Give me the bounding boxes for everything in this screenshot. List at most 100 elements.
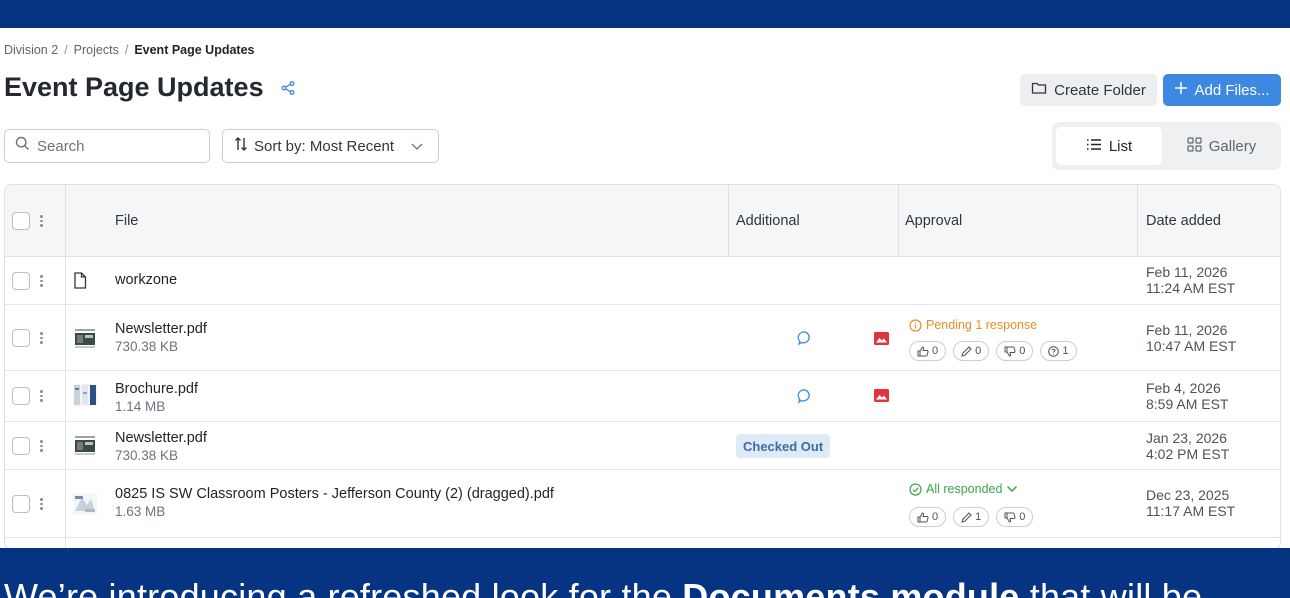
header-menu-icon[interactable]: [40, 215, 43, 227]
date-added: Feb 11, 2026 11:24 AM EST: [1146, 264, 1235, 296]
breadcrumb-separator: /: [124, 43, 129, 57]
file-name[interactable]: Brochure.pdf: [115, 381, 198, 397]
file-size: 730.38 KB: [115, 339, 179, 354]
approve-count: 0: [932, 511, 939, 523]
table-row[interactable]: Brochure.pdf 1.14 MB Feb 4, 2026 8:59 AM …: [5, 371, 1280, 422]
row-checkbox[interactable]: [12, 437, 30, 455]
file-size: 1.14 MB: [115, 399, 166, 414]
row-checkbox[interactable]: [12, 495, 30, 513]
add-files-button[interactable]: Add Files...: [1163, 74, 1281, 106]
file-thumbnail: [73, 493, 97, 520]
thumbs-down-icon: [1004, 512, 1016, 523]
sort-dropdown[interactable]: Sort by: Most Recent: [222, 129, 439, 163]
date-added-time: 4:02 PM EST: [1146, 446, 1230, 462]
thumbs-down-icon: [1004, 346, 1016, 357]
breadcrumb-item-projects[interactable]: Projects: [74, 43, 119, 57]
row-checkbox[interactable]: [12, 387, 30, 405]
sort-label: Sort by: Most Recent: [254, 137, 395, 155]
table-header: File Additional Approval Date added: [5, 185, 1280, 257]
pending-count-pill[interactable]: 1: [1040, 341, 1077, 361]
create-folder-label: Create Folder: [1054, 81, 1146, 99]
search-box[interactable]: [4, 129, 210, 163]
plus-icon: [1174, 81, 1188, 99]
banner-text-start: We’re introducing a refreshed look for t…: [4, 576, 683, 598]
reject-count-pill[interactable]: 0: [996, 341, 1034, 361]
column-header-date-added[interactable]: Date added: [1146, 185, 1221, 257]
table-row[interactable]: 0825 IS SW Classroom Posters - Jefferson…: [5, 470, 1280, 538]
row-select: [12, 495, 43, 513]
file-icon: [73, 272, 87, 294]
date-added-date: Feb 11, 2026: [1146, 264, 1228, 280]
gallery-icon: [1187, 136, 1202, 156]
gallery-view-label: Gallery: [1208, 137, 1257, 155]
row-menu-icon[interactable]: [40, 275, 43, 287]
breadcrumb: Division 2 / Projects / Event Page Updates: [4, 43, 255, 57]
column-divider: [1137, 185, 1138, 257]
files-table: File Additional Approval Date added work…: [4, 184, 1281, 550]
date-added-time: 11:17 AM EST: [1146, 503, 1236, 519]
table-row[interactable]: Newsletter.pdf 730.38 KB Pending 1 respo…: [5, 305, 1280, 371]
reject-count-pill[interactable]: 0: [996, 507, 1034, 527]
column-header-additional[interactable]: Additional: [736, 185, 800, 257]
column-header-approval[interactable]: Approval: [905, 185, 962, 257]
approve-count: 0: [932, 345, 939, 357]
select-all-checkbox[interactable]: [12, 212, 30, 230]
list-view-button[interactable]: List: [1056, 127, 1162, 165]
date-added: Feb 11, 2026 10:47 AM EST: [1146, 322, 1236, 354]
create-folder-button[interactable]: Create Folder: [1020, 74, 1157, 106]
chevron-down-icon: [1007, 485, 1018, 493]
file-size: 730.38 KB: [115, 448, 179, 463]
file-size: 1.63 MB: [115, 504, 166, 519]
edit-count-pill[interactable]: 0: [953, 341, 990, 361]
approval-status-text: Pending 1 response: [926, 318, 1038, 332]
banner-text: We’re introducing a refreshed look for t…: [4, 576, 1202, 598]
approval-counts: 0 1 0: [909, 507, 1034, 527]
image-icon[interactable]: [874, 389, 889, 407]
pending-count: 1: [1062, 345, 1069, 357]
approve-count-pill[interactable]: 0: [909, 507, 947, 527]
pencil-icon: [961, 345, 972, 357]
row-menu-icon[interactable]: [40, 498, 43, 510]
row-menu-icon[interactable]: [40, 390, 43, 402]
search-input[interactable]: [37, 137, 197, 155]
file-name[interactable]: Newsletter.pdf: [115, 321, 207, 337]
date-added-date: Feb 11, 2026: [1146, 322, 1228, 338]
date-added: Feb 4, 2026 8:59 AM EST: [1146, 380, 1228, 412]
image-icon[interactable]: [874, 332, 889, 350]
sort-icon: [234, 136, 248, 156]
date-added-date: Jan 23, 2026: [1146, 430, 1227, 446]
approve-count-pill[interactable]: 0: [909, 341, 947, 361]
share-icon[interactable]: [280, 80, 296, 96]
table-row[interactable]: Newsletter.pdf 730.38 KB Checked Out Jan…: [5, 422, 1280, 470]
breadcrumb-item-division[interactable]: Division 2: [4, 43, 58, 57]
table-row[interactable]: workzone Feb 11, 2026 11:24 AM EST: [5, 257, 1280, 305]
file-name[interactable]: Newsletter.pdf: [115, 430, 207, 446]
approval-status-pending[interactable]: Pending 1 response: [909, 318, 1037, 332]
row-select: [12, 387, 43, 405]
thumbs-up-icon: [917, 511, 929, 522]
checked-out-badge: Checked Out: [736, 434, 831, 458]
banner-text-end: that will be: [1019, 576, 1203, 598]
top-nav-bar: [0, 0, 1290, 28]
gallery-view-button[interactable]: Gallery: [1166, 127, 1277, 165]
approval-status-all-responded[interactable]: All responded: [909, 482, 1018, 496]
approval-counts: 0 0 0 1: [909, 341, 1077, 361]
row-select: [12, 272, 43, 290]
row-menu-icon[interactable]: [40, 332, 43, 344]
row-menu-icon[interactable]: [40, 440, 43, 452]
comment-icon[interactable]: [797, 330, 813, 351]
row-select: [12, 437, 43, 455]
date-added: Dec 23, 2025 11:17 AM EST: [1146, 487, 1235, 519]
file-thumbnail: [73, 434, 97, 461]
thumbs-up-icon: [917, 345, 929, 356]
file-name[interactable]: workzone: [115, 272, 177, 288]
row-checkbox[interactable]: [12, 329, 30, 347]
file-name[interactable]: 0825 IS SW Classroom Posters - Jefferson…: [115, 486, 554, 502]
comment-icon[interactable]: [797, 388, 813, 409]
row-checkbox[interactable]: [12, 272, 30, 290]
edit-count: 0: [975, 345, 982, 357]
edit-count: 1: [975, 511, 982, 523]
file-thumbnail: [73, 384, 97, 411]
edit-count-pill[interactable]: 1: [953, 507, 990, 527]
column-header-file[interactable]: File: [115, 185, 138, 257]
